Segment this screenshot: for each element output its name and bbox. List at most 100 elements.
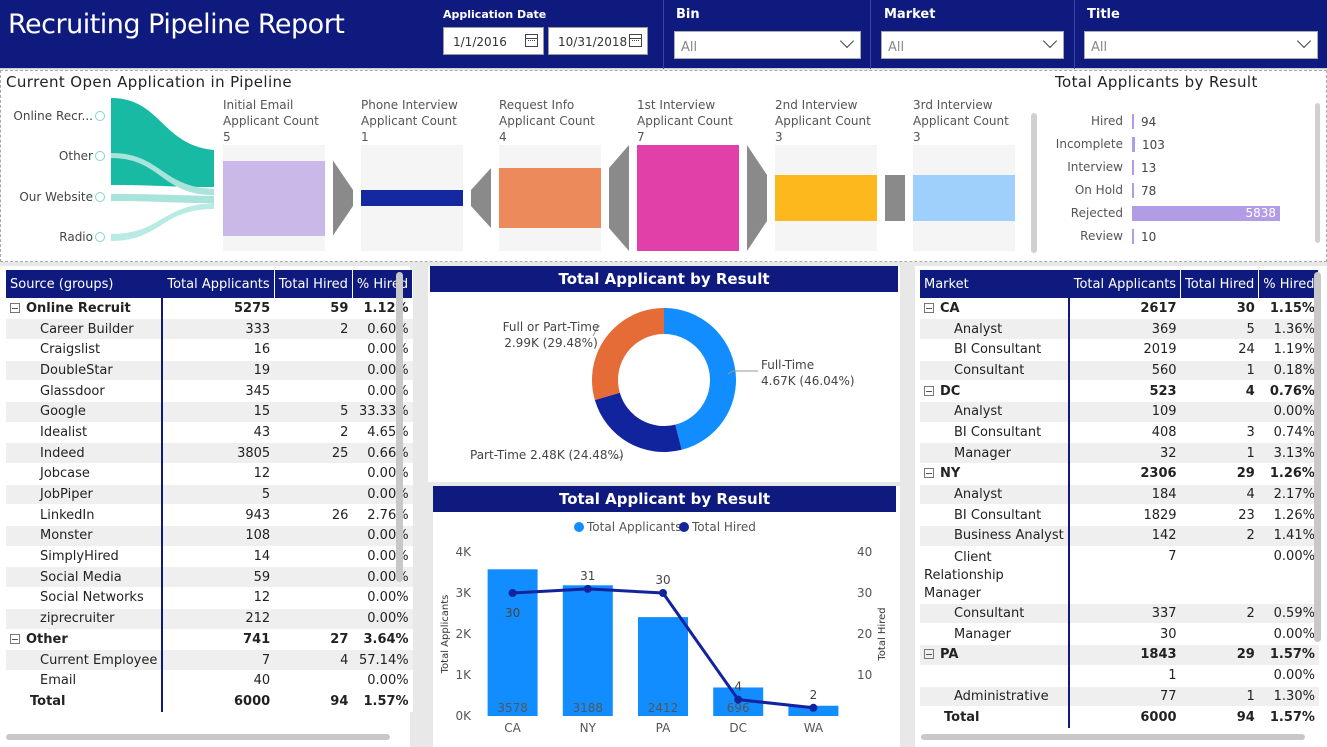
cell-pct-hired: 0.00% [1258,665,1319,687]
column-header[interactable]: Total Applicants [1068,270,1182,298]
cell-applicants: 1843 [1068,644,1181,666]
bin-dropdown[interactable]: All [674,31,861,59]
result-bar[interactable] [1132,160,1134,175]
table-row[interactable]: BI Consultant 1829 23 1.26% [920,504,1319,527]
calendar-icon[interactable] [525,34,538,47]
row-label: Monster [6,525,164,547]
table-row[interactable]: Indeed 3805 25 0.66% [6,442,413,464]
donut-slice-part-time[interactable] [594,392,682,452]
market-horizontal-scrollbar[interactable] [921,734,1305,740]
legend-label[interactable]: Total Hired [691,520,756,534]
cell-applicants: 43 [162,422,275,444]
table-row[interactable]: CA 2617 30 1.15% [920,298,1319,320]
table-row[interactable]: Monster 108 0.00% [6,525,413,547]
collapse-icon[interactable] [924,302,934,313]
result-bar[interactable] [1132,183,1134,198]
collapse-icon[interactable] [10,302,20,313]
source-vertical-scrollbar[interactable] [396,272,403,582]
source-radio[interactable]: Radio [1,230,93,244]
hired-point[interactable] [583,584,592,593]
bar-ny[interactable] [562,585,613,716]
table-row[interactable]: BI Consultant 408 3 0.74% [920,422,1319,444]
table-row[interactable]: Analyst 369 5 1.36% [920,318,1319,340]
table-row[interactable]: Manager 32 1 3.13% [920,442,1319,464]
table-row[interactable]: NY 2306 29 1.26% [920,463,1319,485]
date-from-value: 1/1/2016 [453,35,507,49]
market-dropdown[interactable]: All [881,31,1064,59]
table-row[interactable]: Social Media 59 0.00% [6,566,413,589]
column-header[interactable]: % Hired [352,270,414,298]
stage-bar[interactable] [499,168,601,228]
table-row[interactable]: Administrative 77 1 1.30% [920,686,1319,708]
table-row[interactable]: Client Relationship Manager 7 0.00% [920,546,1319,604]
table-row[interactable]: BI Consultant 2019 24 1.19% [920,339,1319,361]
source-online-recruit[interactable]: Online Recr... [1,109,93,123]
table-row[interactable]: Social Networks 12 0.00% [6,587,413,609]
source-other[interactable]: Other [1,149,93,163]
table-row[interactable]: Current Employee 7 4 57.14% [6,649,413,671]
column-header[interactable]: % Hired [1258,270,1320,298]
collapse-icon[interactable] [10,633,20,644]
date-from-input[interactable]: 1/1/2016 [443,27,544,55]
result-bar[interactable] [1132,114,1134,129]
table-row[interactable]: Business Analyst 142 2 1.41% [920,525,1319,547]
calendar-icon[interactable] [629,34,642,47]
hired-point[interactable] [508,589,517,597]
table-row[interactable]: Manager 30 0.00% [920,623,1319,646]
source-horizontal-scrollbar[interactable] [6,734,390,740]
column-header[interactable]: Total Hired [274,270,353,298]
cell-pct-hired: 0.60% [352,318,413,340]
source-our-website[interactable]: Our Website [1,190,93,204]
table-row[interactable]: Email 40 0.00% [6,670,413,692]
table-row[interactable]: Idealist 43 2 4.65% [6,422,413,444]
collapse-icon[interactable] [924,649,934,660]
table-row[interactable]: ziprecruiter 212 0.00% [6,608,413,630]
table-row[interactable]: DC 523 4 0.76% [920,380,1319,402]
table-row[interactable]: JobPiper 5 0.00% [6,484,413,506]
stage-bar[interactable] [637,145,739,251]
table-row[interactable]: 1 0.00% [920,665,1319,687]
column-header[interactable]: Market [920,270,1070,298]
table-row[interactable]: SimplyHired 14 0.00% [6,546,413,568]
hired-point[interactable] [659,589,667,597]
stage-bar[interactable] [775,175,877,221]
market-vertical-scrollbar[interactable] [1314,272,1321,642]
table-row[interactable]: LinkedIn 943 26 2.76% [6,504,413,527]
table-row[interactable]: Consultant 560 1 0.18% [920,360,1319,382]
table-row[interactable]: Consultant 337 2 0.59% [920,603,1319,625]
column-header[interactable]: Total Hired [1180,270,1260,298]
legend-dot [574,522,584,532]
table-row[interactable]: DoubleStar 19 0.00% [6,360,413,382]
table-row[interactable]: Jobcase 12 0.00% [6,463,413,485]
pipeline-title: Current Open Application in Pipeline [6,73,293,91]
table-row[interactable]: Other 741 27 3.64% [6,629,413,651]
table-row[interactable]: Analyst 109 0.00% [920,401,1319,423]
stage-bar[interactable] [361,190,463,206]
column-header[interactable]: Total Applicants [162,270,275,298]
cell-pct-hired: 3.64% [352,629,413,651]
table-row[interactable]: Google 15 5 33.33% [6,401,413,423]
result-bar[interactable] [1132,229,1134,244]
table-row[interactable]: Craigslist 16 0.00% [6,339,413,361]
result-bar[interactable] [1132,137,1135,152]
table-row[interactable]: Career Builder 333 2 0.60% [6,318,413,340]
stage-bar[interactable] [913,175,1015,221]
hired-point[interactable] [734,695,743,704]
report-title: Recruiting Pipeline Report [8,9,345,40]
table-row[interactable]: Glassdoor 345 0.00% [6,380,413,402]
date-to-input[interactable]: 10/31/2018 [548,27,648,55]
stage-bar[interactable] [223,160,325,236]
pipeline-scrollbar[interactable] [1315,103,1320,243]
hired-point[interactable] [809,703,818,712]
legend-label[interactable]: Total Applicants [586,520,681,534]
cell-pct-hired: 0.59% [1258,603,1319,625]
table-row[interactable]: Online Recruit 5275 59 1.12% [6,298,413,320]
total-row: Total 6000 94 1.57% [6,690,413,713]
table-row[interactable]: PA 1843 29 1.57% [920,644,1319,666]
collapse-icon[interactable] [924,468,934,479]
column-header[interactable]: Source (groups) [6,270,164,298]
table-row[interactable]: Analyst 184 4 2.17% [920,484,1319,506]
title-dropdown[interactable]: All [1084,31,1318,59]
collapse-icon[interactable] [924,385,934,396]
by-result-scrollbar[interactable] [1031,113,1037,253]
